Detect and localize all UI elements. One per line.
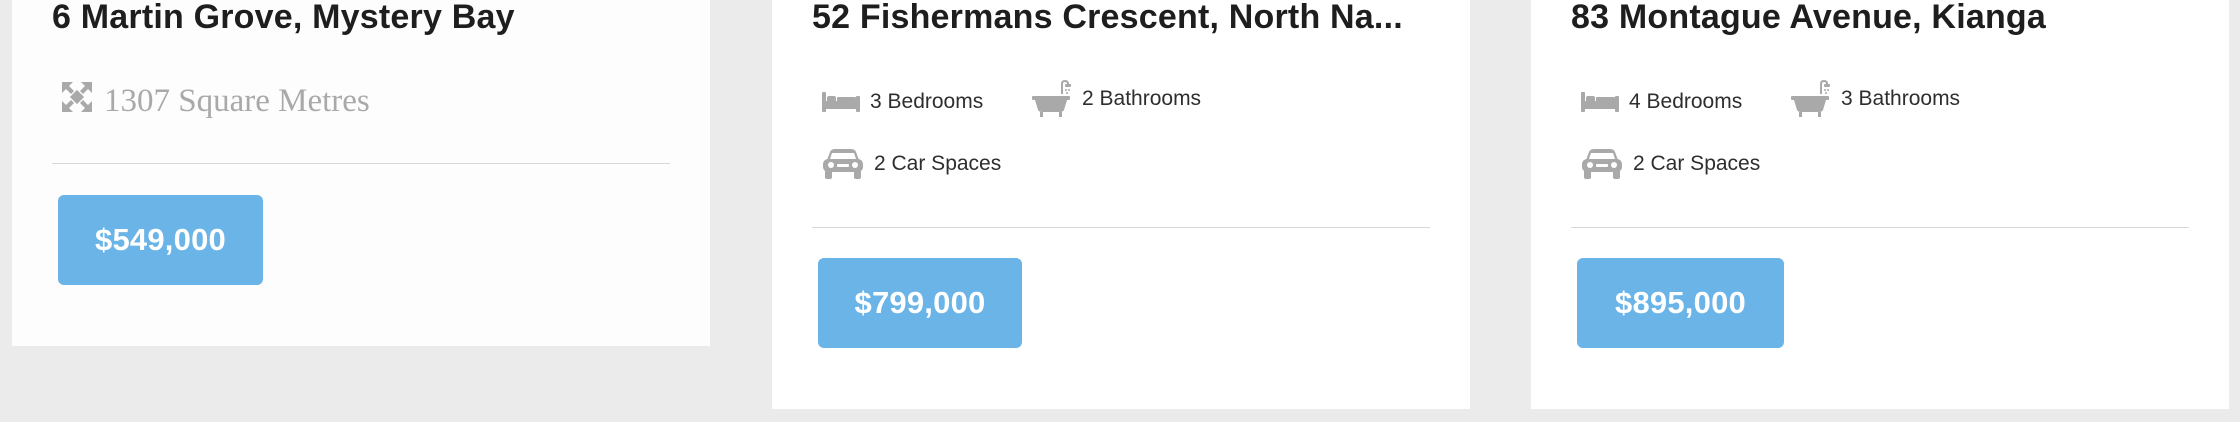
bedrooms-text: 4 Bedrooms xyxy=(1629,90,1743,113)
price-button[interactable]: $549,000 xyxy=(58,195,263,285)
price-button[interactable]: $895,000 xyxy=(1577,258,1784,348)
land-area: 1307 Square Metres xyxy=(60,80,370,123)
listing-card[interactable]: 6 Martin Grove, Mystery Bay 1307 Square … xyxy=(12,0,710,346)
car-icon xyxy=(1581,148,1633,180)
divider xyxy=(52,163,670,164)
listing-title[interactable]: 83 Montague Avenue, Kianga xyxy=(1571,0,2046,37)
listing-title[interactable]: 6 Martin Grove, Mystery Bay xyxy=(52,0,515,37)
listing-card[interactable]: 83 Montague Avenue, Kianga 4 Bedrooms 3 … xyxy=(1531,0,2229,409)
bedrooms-feature: 4 Bedrooms xyxy=(1581,90,1742,114)
bed-icon xyxy=(822,90,870,114)
bathrooms-text: 3 Bathrooms xyxy=(1841,87,1961,110)
price-button[interactable]: $799,000 xyxy=(818,258,1022,348)
car-spaces-feature: 2 Car Spaces xyxy=(822,148,1001,180)
bathrooms-feature: 2 Bathrooms xyxy=(1032,80,1201,118)
bathtub-icon xyxy=(1032,80,1082,118)
divider xyxy=(812,227,1430,228)
land-area-text: 1307 Square Metres xyxy=(104,83,370,119)
bathrooms-feature: 3 Bathrooms xyxy=(1791,80,1960,118)
car-spaces-text: 2 Car Spaces xyxy=(1633,152,1761,175)
car-icon xyxy=(822,148,874,180)
car-spaces-text: 2 Car Spaces xyxy=(874,152,1002,175)
bedrooms-feature: 3 Bedrooms xyxy=(822,90,983,114)
car-spaces-feature: 2 Car Spaces xyxy=(1581,148,1760,180)
bed-icon xyxy=(1581,90,1629,114)
bedrooms-text: 3 Bedrooms xyxy=(870,90,984,113)
expand-arrows-icon xyxy=(60,80,104,123)
divider xyxy=(1571,227,2189,228)
bathrooms-text: 2 Bathrooms xyxy=(1082,87,1202,110)
listing-title[interactable]: 52 Fishermans Crescent, North Na... xyxy=(812,0,1403,37)
listing-card[interactable]: 52 Fishermans Crescent, North Na... 3 Be… xyxy=(772,0,1470,409)
bathtub-icon xyxy=(1791,80,1841,118)
